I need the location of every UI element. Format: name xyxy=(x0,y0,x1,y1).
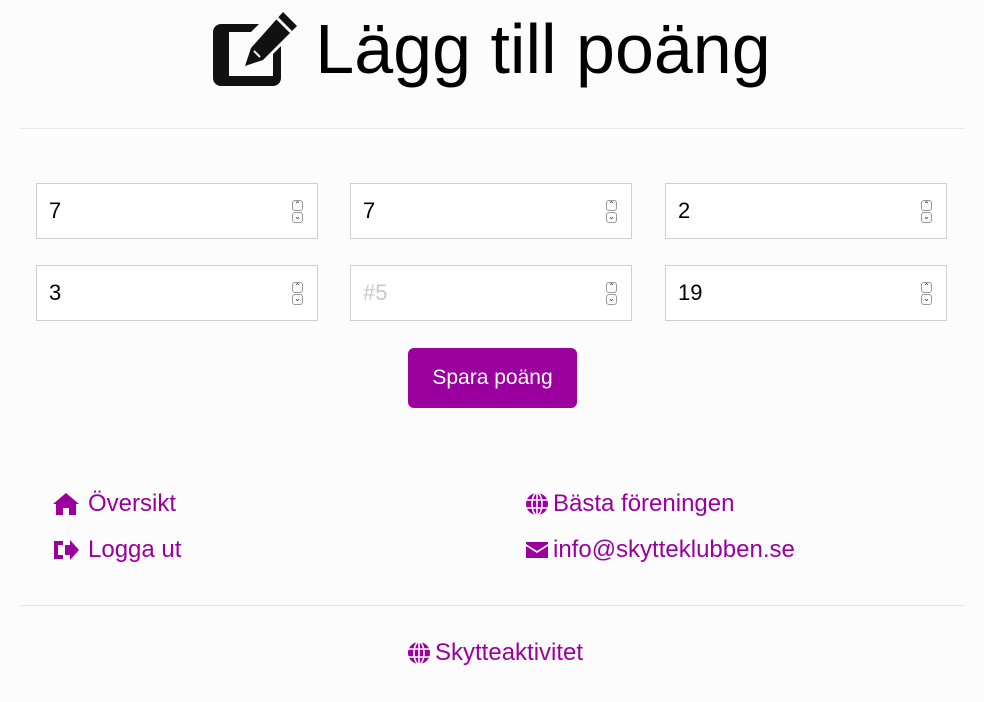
edit-icon xyxy=(213,12,298,86)
envelope-icon xyxy=(526,542,548,558)
score-input-2[interactable] xyxy=(351,184,603,238)
score-field-3: ⌃ ⌄ xyxy=(665,183,947,239)
score-input-3[interactable] xyxy=(666,184,918,238)
score-input-6[interactable] xyxy=(666,266,918,320)
score-input-4[interactable] xyxy=(37,266,289,320)
spin-down-icon[interactable]: ⌄ xyxy=(606,212,617,223)
overview-label: Översikt xyxy=(88,490,177,517)
spin-up-icon[interactable]: ⌃ xyxy=(606,200,617,211)
logout-link[interactable]: Logga ut xyxy=(52,534,181,566)
spin-up-icon[interactable]: ⌃ xyxy=(921,200,932,211)
spin-up-icon[interactable]: ⌃ xyxy=(606,282,617,293)
score-input-1[interactable] xyxy=(37,184,289,238)
divider xyxy=(21,128,964,129)
number-spinner[interactable]: ⌃ ⌄ xyxy=(292,200,304,224)
home-icon xyxy=(53,493,79,515)
logout-label: Logga ut xyxy=(88,536,182,563)
email-link[interactable]: info@skytteklubben.se xyxy=(525,534,795,566)
globe-icon xyxy=(526,492,548,516)
number-spinner[interactable]: ⌃ ⌄ xyxy=(606,282,618,306)
score-field-2: ⌃ ⌄ xyxy=(350,183,632,239)
score-input-5[interactable] xyxy=(351,266,603,320)
spin-down-icon[interactable]: ⌄ xyxy=(292,212,303,223)
page-header: Lägg till poäng xyxy=(0,6,984,92)
score-field-1: ⌃ ⌄ xyxy=(36,183,318,239)
number-spinner[interactable]: ⌃ ⌄ xyxy=(292,282,304,306)
number-spinner[interactable]: ⌃ ⌄ xyxy=(921,200,933,224)
spin-up-icon[interactable]: ⌃ xyxy=(921,282,932,293)
score-field-5: ⌃ ⌄ xyxy=(350,265,632,321)
save-score-button[interactable]: Spara poäng xyxy=(408,348,577,408)
score-field-4: ⌃ ⌄ xyxy=(36,265,318,321)
footer-label: Skytteaktivitet xyxy=(435,639,584,666)
number-spinner[interactable]: ⌃ ⌄ xyxy=(606,200,618,224)
spin-down-icon[interactable]: ⌄ xyxy=(921,212,932,223)
sign-out-icon xyxy=(54,540,79,560)
divider xyxy=(21,605,964,606)
score-field-6: ⌃ ⌄ xyxy=(665,265,947,321)
spin-down-icon[interactable]: ⌄ xyxy=(921,294,932,305)
globe-icon xyxy=(408,641,430,665)
best-club-label: Bästa föreningen xyxy=(553,490,735,517)
spin-down-icon[interactable]: ⌄ xyxy=(292,294,303,305)
overview-link[interactable]: Översikt xyxy=(52,488,176,520)
number-spinner[interactable]: ⌃ ⌄ xyxy=(921,282,933,306)
footer-link[interactable]: Skytteaktivitet xyxy=(407,637,583,669)
spin-up-icon[interactable]: ⌃ xyxy=(292,200,303,211)
page-title: Lägg till poäng xyxy=(315,10,771,88)
email-label: info@skytteklubben.se xyxy=(553,536,795,563)
best-club-link[interactable]: Bästa föreningen xyxy=(525,488,734,520)
page: Lägg till poäng ⌃ ⌄ ⌃ ⌄ ⌃ ⌄ ⌃ ⌄ ⌃ xyxy=(0,0,984,702)
spin-down-icon[interactable]: ⌄ xyxy=(606,294,617,305)
spin-up-icon[interactable]: ⌃ xyxy=(292,282,303,293)
